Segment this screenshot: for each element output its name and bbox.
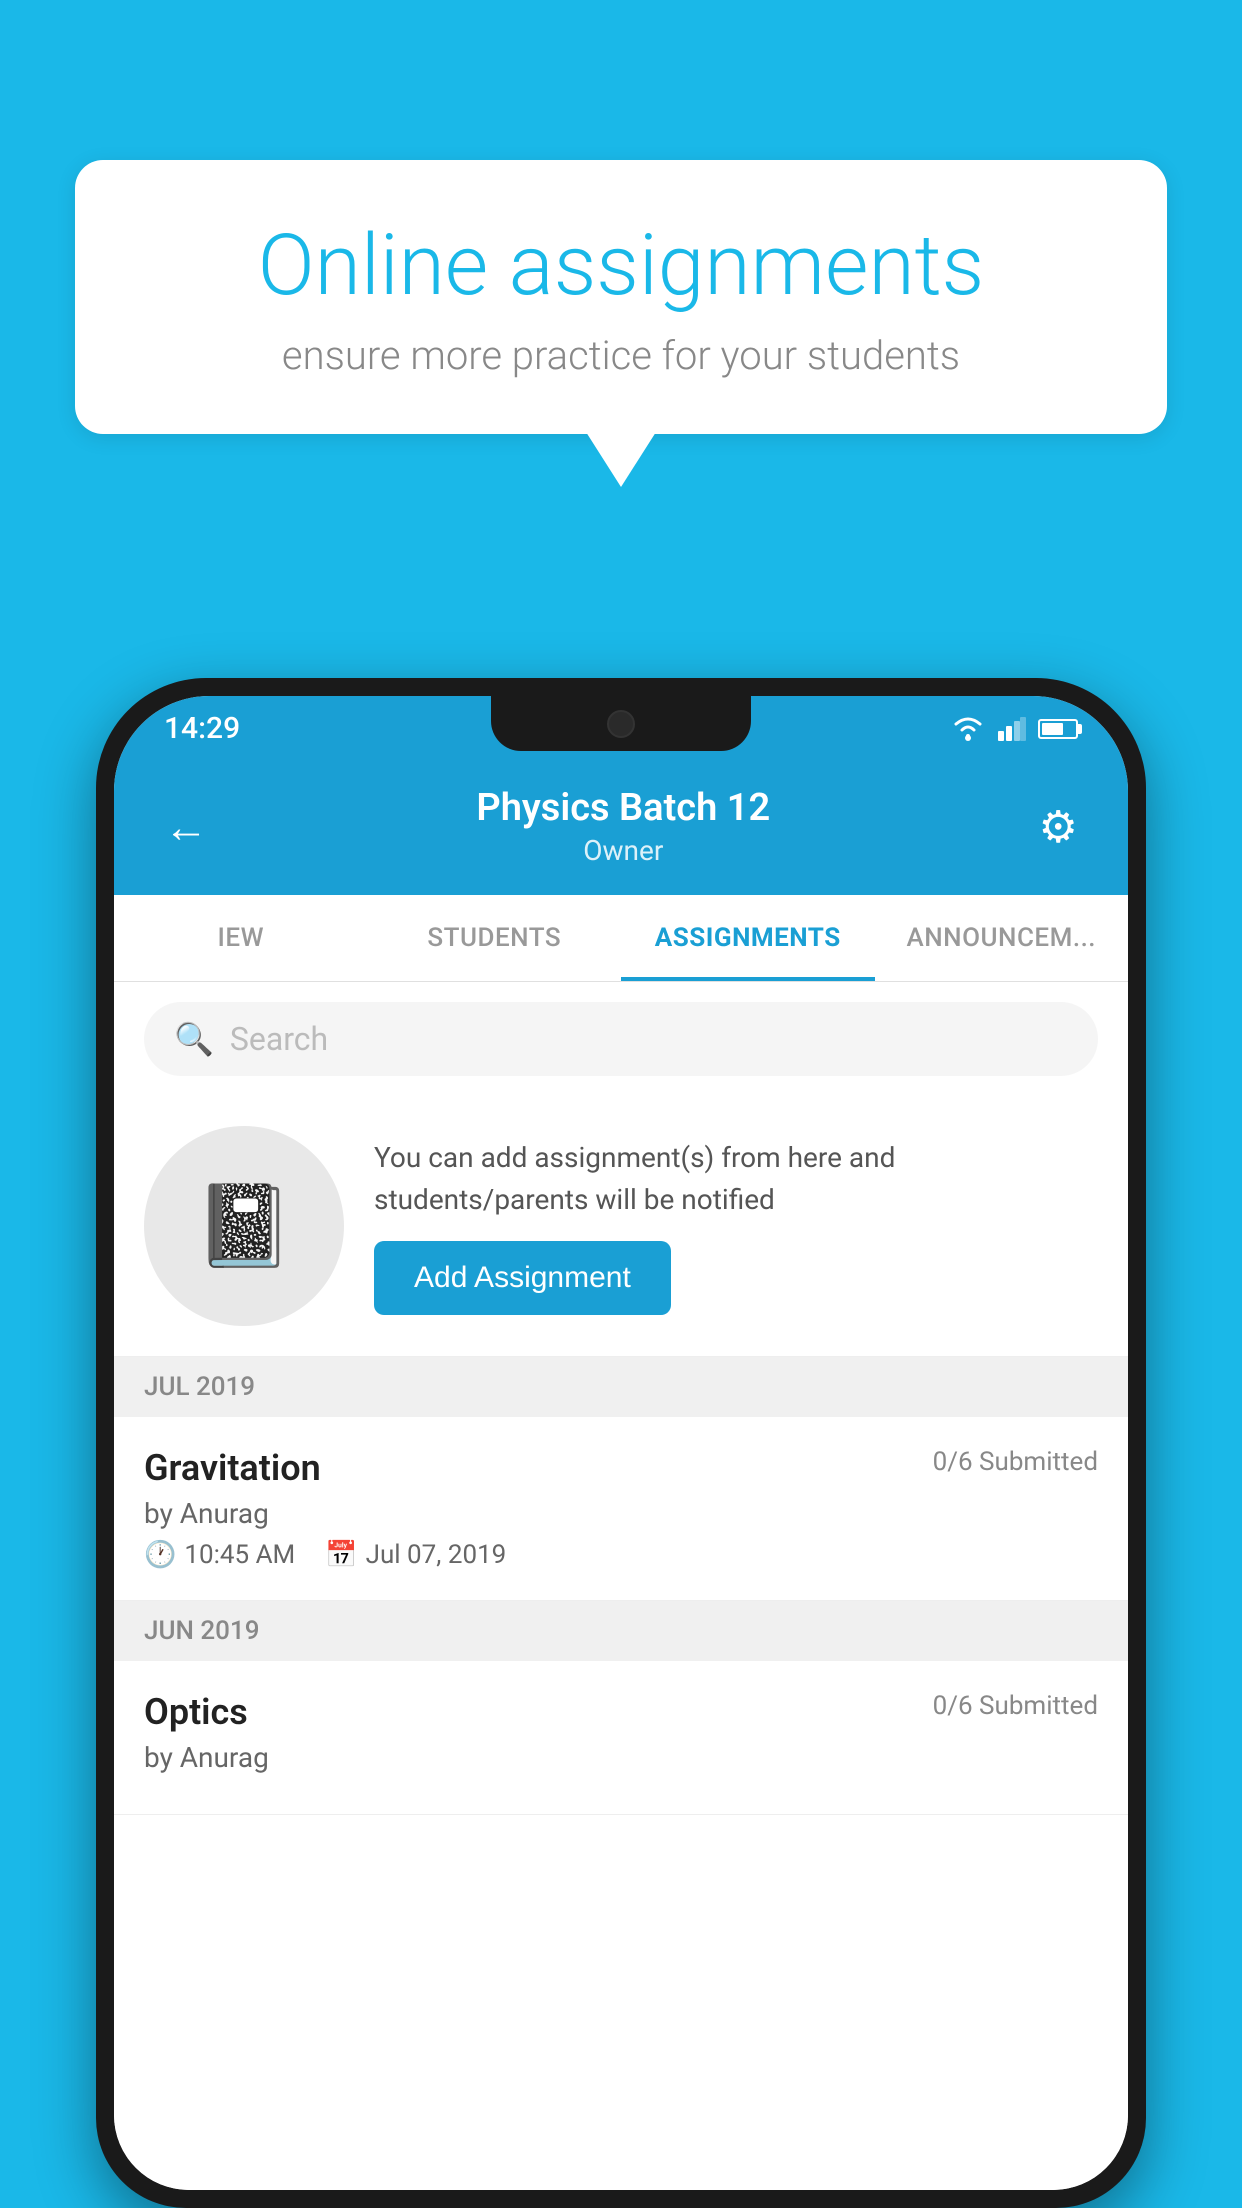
month-separator-jun: JUN 2019 [114, 1601, 1128, 1661]
promo-content: You can add assignment(s) from here and … [374, 1137, 1098, 1315]
calendar-icon: 📅 [325, 1540, 357, 1570]
promo-text: You can add assignment(s) from here and … [374, 1137, 1098, 1221]
search-container: 🔍 Search [114, 982, 1128, 1096]
assignment-meta: 🕐 10:45 AM 📅 Jul 07, 2019 [144, 1540, 1098, 1570]
assignment-item-gravitation[interactable]: Gravitation 0/6 Submitted by Anurag 🕐 10… [114, 1417, 1128, 1601]
settings-button[interactable]: ⚙ [1039, 801, 1078, 853]
camera-lens [607, 710, 635, 738]
tab-announcements[interactable]: ANNOUNCEM... [875, 895, 1129, 981]
app-header: ← Physics Batch 12 Owner ⚙ [114, 761, 1128, 895]
header-title-group: Physics Batch 12 Owner [476, 786, 770, 867]
tab-iew[interactable]: IEW [114, 895, 368, 981]
speech-bubble-card: Online assignments ensure more practice … [75, 160, 1167, 434]
screen-content: 🔍 Search 📓 You can add assignment(s) fro… [114, 982, 1128, 2190]
status-icons [950, 716, 1078, 742]
search-bar[interactable]: 🔍 Search [144, 1002, 1098, 1076]
header-title: Physics Batch 12 [476, 786, 770, 830]
phone-screen: 14:29 [114, 696, 1128, 2190]
assignment-submitted: 0/6 Submitted [933, 1447, 1098, 1477]
assignment-date: 📅 Jul 07, 2019 [325, 1540, 506, 1570]
assignment-submitted-optics: 0/6 Submitted [933, 1691, 1098, 1721]
status-time: 14:29 [164, 711, 240, 746]
assignment-by-optics: by Anurag [144, 1741, 1098, 1774]
wifi-icon [950, 716, 986, 742]
promo-section: 📓 You can add assignment(s) from here an… [114, 1096, 1128, 1357]
assignment-item-optics[interactable]: Optics 0/6 Submitted by Anurag [114, 1661, 1128, 1815]
speech-bubble-subtitle: ensure more practice for your students [145, 332, 1097, 379]
search-input-placeholder[interactable]: Search [230, 1020, 328, 1058]
phone-notch [491, 696, 751, 751]
notebook-icon: 📓 [194, 1179, 294, 1273]
speech-bubble-pointer [586, 432, 656, 487]
tab-assignments[interactable]: ASSIGNMENTS [621, 895, 875, 981]
assignment-name-optics: Optics [144, 1691, 248, 1733]
battery-icon [1038, 719, 1078, 739]
search-icon: 🔍 [174, 1020, 214, 1058]
add-assignment-button[interactable]: Add Assignment [374, 1241, 671, 1315]
speech-bubble-section: Online assignments ensure more practice … [75, 160, 1167, 487]
signal-icon [998, 717, 1026, 741]
tabs-bar: IEW STUDENTS ASSIGNMENTS ANNOUNCEM... [114, 895, 1128, 982]
clock-icon: 🕐 [144, 1540, 176, 1570]
tab-students[interactable]: STUDENTS [368, 895, 622, 981]
header-subtitle: Owner [476, 834, 770, 867]
assignment-time: 🕐 10:45 AM [144, 1540, 295, 1570]
back-button[interactable]: ← [164, 801, 208, 853]
assignment-top-row-optics: Optics 0/6 Submitted [144, 1691, 1098, 1733]
assignment-by: by Anurag [144, 1497, 1098, 1530]
phone-frame: 14:29 [96, 678, 1146, 2208]
speech-bubble-title: Online assignments [145, 220, 1097, 312]
assignment-top-row: Gravitation 0/6 Submitted [144, 1447, 1098, 1489]
assignment-name: Gravitation [144, 1447, 321, 1489]
promo-icon-circle: 📓 [144, 1126, 344, 1326]
month-separator-jul: JUL 2019 [114, 1357, 1128, 1417]
